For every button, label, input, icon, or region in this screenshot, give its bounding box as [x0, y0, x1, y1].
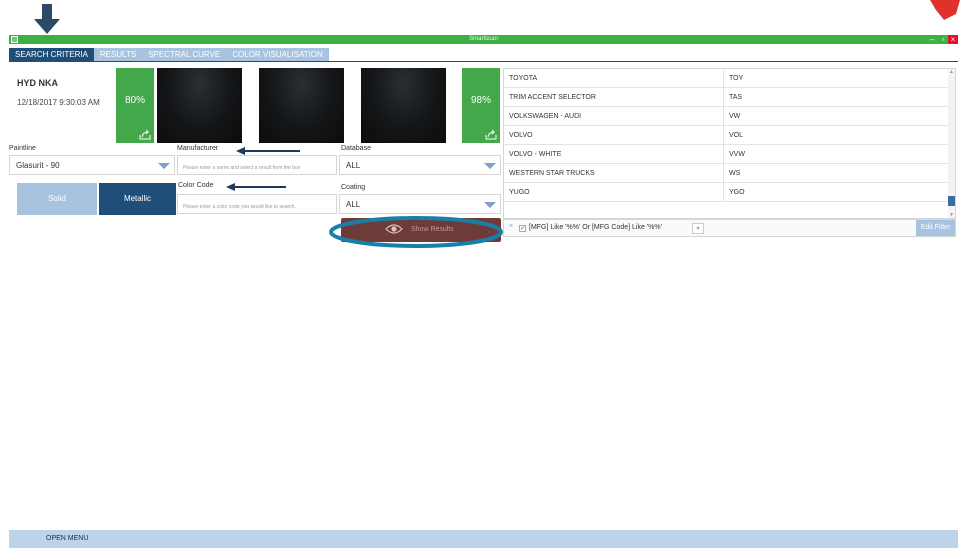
manufacturer-code-cell: VW	[729, 113, 741, 120]
column-divider	[723, 183, 724, 202]
column-divider	[723, 126, 724, 145]
highlight-ring-annotation	[329, 216, 503, 248]
chevron-down-icon	[484, 202, 496, 208]
filter-bar: × ✓ [MFG] Like '%%' Or [MFG Code] Like '…	[503, 219, 956, 237]
filter-expression[interactable]: [MFG] Like '%%' Or [MFG Code] Like '%%'	[529, 224, 662, 231]
table-row[interactable]: VOLVO VOL	[504, 126, 949, 145]
paintline-value: Glasurit - 90	[16, 161, 60, 170]
filter-dropdown-icon[interactable]: ▾	[692, 223, 704, 234]
column-divider	[723, 69, 724, 88]
match-percent-tile-right[interactable]: 98%	[462, 68, 500, 143]
color-code-input[interactable]	[177, 194, 337, 216]
close-button[interactable]: ×	[948, 35, 958, 44]
share-icon	[139, 130, 151, 140]
match-percent-tile-left[interactable]: 80%	[116, 68, 154, 143]
tab-bar: SEARCH CRITERIA RESULTS SPECTRAL CURVE C…	[9, 48, 329, 61]
scrollbar-thumb[interactable]	[948, 196, 955, 206]
paintline-label: Paintline	[9, 145, 36, 152]
color-swatch-2	[259, 68, 344, 143]
database-select[interactable]: ALL	[339, 155, 501, 175]
column-divider	[723, 145, 724, 164]
filter-enabled-checkbox[interactable]: ✓	[519, 225, 526, 232]
share-icon	[485, 130, 497, 140]
edit-filter-button[interactable]: Edit Filter	[916, 220, 955, 236]
manufacturer-code-cell: VVW	[729, 151, 745, 158]
manufacturer-name-cell: VOLVO - WHITE	[509, 151, 562, 158]
scroll-up-icon[interactable]: ▲	[948, 69, 955, 75]
manufacturer-code-cell: TAS	[729, 94, 743, 101]
manufacturer-code-cell: WS	[729, 170, 741, 177]
table-row[interactable]: TRIM ACCENT SELECTOR TAS	[504, 88, 949, 107]
manufacturer-input[interactable]	[177, 155, 337, 177]
manufacturer-code-cell: TOY	[729, 75, 744, 82]
manufacturer-code-cell: YGO	[729, 189, 745, 196]
chevron-down-icon	[158, 163, 170, 169]
column-divider	[723, 88, 724, 107]
title-bar: Smartscan – ▫ ×	[9, 35, 958, 44]
color-code-label: Color Code	[178, 182, 214, 189]
tab-color-visualisation[interactable]: COLOR VISUALISATION	[226, 48, 329, 61]
color-swatch-1	[157, 68, 242, 143]
manufacturer-name-cell: TRIM ACCENT SELECTOR	[509, 94, 596, 101]
brand-logo-icon	[930, 0, 960, 20]
open-menu-button[interactable]: OPEN MENU	[46, 535, 88, 542]
table-row[interactable]: VOLVO - WHITE VVW	[504, 145, 949, 164]
match-percent-right: 98%	[470, 95, 491, 106]
manufacturer-grid: TOYOTA TOY TRIM ACCENT SELECTOR TAS VOLK…	[503, 68, 956, 219]
smartscan-window: { "window": { "title": "Smartscan", "min…	[0, 0, 962, 548]
table-row[interactable]: VOLKSWAGEN - AUDI VW	[504, 107, 949, 126]
manufacturer-name-cell: VOLVO	[509, 132, 533, 139]
window-title: Smartscan	[469, 36, 498, 42]
coating-label: Coating	[341, 184, 366, 191]
solid-button[interactable]: Solid	[17, 183, 97, 215]
column-divider	[723, 107, 724, 126]
tab-underline	[9, 61, 958, 62]
color-swatch-3	[361, 68, 446, 143]
footer-bar: OPEN MENU	[9, 530, 958, 548]
database-value: ALL	[346, 161, 361, 170]
coating-value: ALL	[346, 200, 361, 209]
manufacturer-label: Manufacturer	[177, 145, 219, 152]
manufacturer-name-cell: WESTERN STAR TRUCKS	[509, 170, 595, 177]
annotation-arrow-down-icon	[34, 4, 60, 34]
chevron-down-icon	[484, 163, 496, 169]
annotation-arrow-left-icon	[226, 183, 286, 191]
table-row[interactable]: YUGO YGO	[504, 183, 949, 202]
table-row[interactable]: TOYOTA TOY	[504, 69, 949, 88]
manufacturer-name-cell: TOYOTA	[509, 75, 538, 82]
minimize-button[interactable]: –	[927, 35, 937, 44]
metallic-button[interactable]: Metallic	[99, 183, 176, 215]
paint-datetime: 12/18/2017 9:30:03 AM	[17, 98, 100, 107]
manufacturer-name-cell: YUGO	[509, 189, 530, 196]
maximize-button[interactable]: ▫	[938, 35, 948, 44]
grid-scrollbar[interactable]: ▲ ▼	[948, 69, 955, 218]
coating-select[interactable]: ALL	[339, 194, 501, 214]
table-row[interactable]: WESTERN STAR TRUCKS WS	[504, 164, 949, 183]
tab-results[interactable]: RESULTS	[93, 48, 143, 61]
paint-name: HYD NKA	[17, 78, 59, 88]
tab-search-criteria[interactable]: SEARCH CRITERIA	[9, 48, 94, 61]
column-divider	[723, 164, 724, 183]
tab-spectral-curve[interactable]: SPECTRAL CURVE	[142, 48, 227, 61]
scroll-down-icon[interactable]: ▼	[948, 212, 955, 218]
paintline-select[interactable]: Glasurit - 90	[9, 155, 175, 175]
manufacturer-field[interactable]	[178, 159, 336, 177]
manufacturer-code-cell: VOL	[729, 132, 744, 139]
match-percent-left: 80%	[124, 95, 145, 106]
database-label: Database	[341, 145, 371, 152]
annotation-arrow-left-icon	[236, 147, 300, 155]
clear-filter-icon[interactable]: ×	[509, 223, 513, 230]
manufacturer-name-cell: VOLKSWAGEN - AUDI	[509, 113, 582, 120]
color-code-field[interactable]	[178, 198, 336, 216]
